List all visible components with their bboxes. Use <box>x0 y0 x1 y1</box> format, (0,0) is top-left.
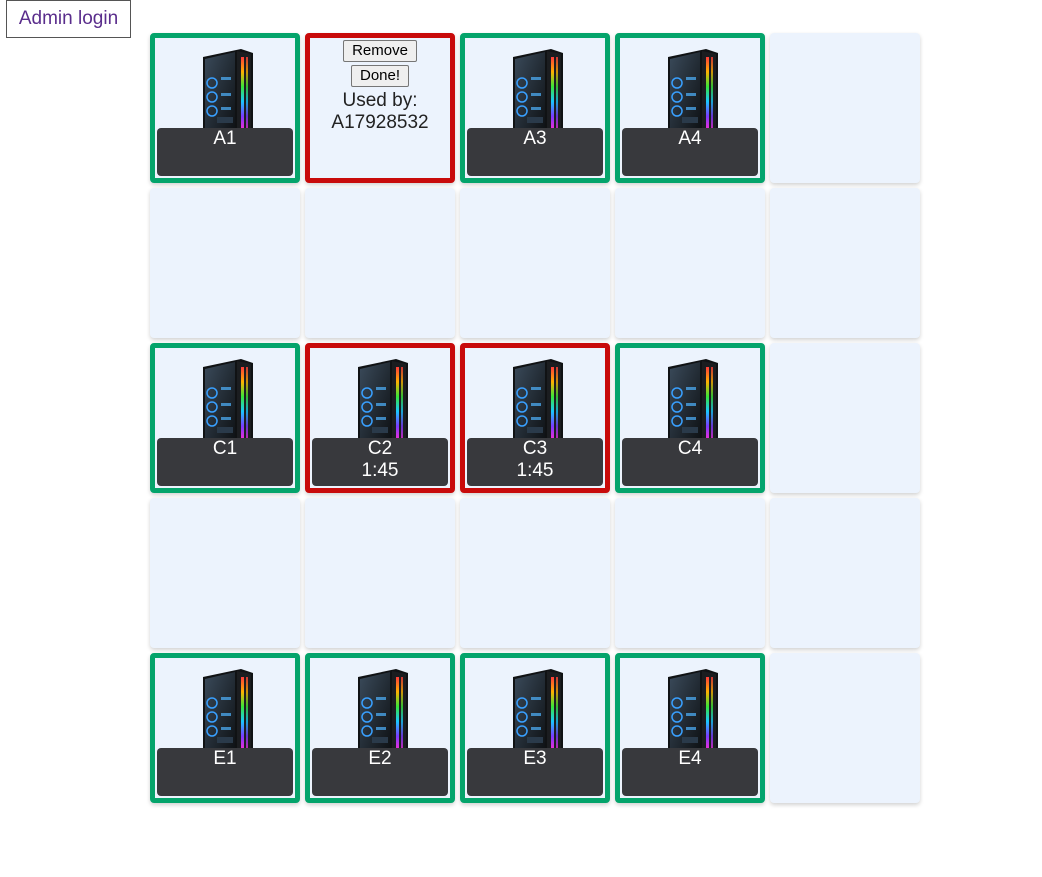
used-by-id: A17928532 <box>331 112 429 133</box>
computer-name: A3 <box>523 128 547 149</box>
computer-label-bar: E2 <box>312 748 448 796</box>
computer-name: C3 <box>522 438 548 459</box>
computer-label-bar: E3 <box>467 748 603 796</box>
gaming-pc-tower-icon <box>203 359 253 449</box>
computer-label-bar: C4 <box>622 438 758 486</box>
gaming-pc-tower-icon <box>513 669 563 759</box>
computer-tile-available[interactable]: E4 <box>615 653 765 803</box>
empty-slot <box>305 188 455 338</box>
computer-label-bar: A1 <box>157 128 293 176</box>
computer-name: C4 <box>677 438 703 459</box>
computer-label-bar: E1 <box>157 748 293 796</box>
computer-name: C2 <box>367 438 393 459</box>
session-control-panel: Remove Done! Used by: A17928532 <box>310 40 450 134</box>
empty-slot <box>460 188 610 338</box>
done-button[interactable]: Done! <box>350 65 410 87</box>
computer-name: E3 <box>523 748 547 769</box>
empty-slot <box>770 33 920 183</box>
computer-tile-available[interactable]: A1 <box>150 33 300 183</box>
computer-label-bar: A4 <box>622 128 758 176</box>
session-timer: 1:45 <box>516 460 554 481</box>
empty-slot <box>770 343 920 493</box>
empty-slot <box>150 498 300 648</box>
gaming-pc-tower-icon <box>513 359 563 449</box>
empty-slot <box>305 498 455 648</box>
gaming-pc-tower-icon <box>513 49 563 139</box>
computer-tile-available[interactable]: C4 <box>615 343 765 493</box>
gaming-pc-tower-icon <box>358 669 408 759</box>
computer-name: E1 <box>213 748 237 769</box>
computer-tile-available[interactable]: A3 <box>460 33 610 183</box>
empty-slot <box>615 498 765 648</box>
gaming-pc-tower-icon <box>203 669 253 759</box>
computer-tile-in-use[interactable]: C2 1:45 <box>305 343 455 493</box>
computer-tile-available[interactable]: A4 <box>615 33 765 183</box>
gaming-pc-tower-icon <box>668 359 718 449</box>
computer-label-bar: E4 <box>622 748 758 796</box>
empty-slot <box>770 653 920 803</box>
computer-name: A1 <box>213 128 237 149</box>
computer-label-bar: C3 1:45 <box>467 438 603 486</box>
computer-name: E2 <box>368 748 392 769</box>
gaming-pc-tower-icon <box>668 669 718 759</box>
empty-slot <box>770 498 920 648</box>
computer-label-bar: C2 1:45 <box>312 438 448 486</box>
gaming-pc-tower-icon <box>358 359 408 449</box>
empty-slot <box>770 188 920 338</box>
empty-slot <box>150 188 300 338</box>
admin-login-button[interactable]: Admin login <box>6 0 131 38</box>
gaming-pc-tower-icon <box>668 49 718 139</box>
computer-tile-control-panel: Remove Done! Used by: A17928532 <box>305 33 455 183</box>
computer-name: A4 <box>678 128 702 149</box>
computer-name: E4 <box>678 748 702 769</box>
used-by-label: Used by: <box>342 90 418 111</box>
computer-label-bar: C1 <box>157 438 293 486</box>
empty-slot <box>615 188 765 338</box>
empty-slot <box>460 498 610 648</box>
computer-label-bar: A3 <box>467 128 603 176</box>
gaming-pc-tower-icon <box>203 49 253 139</box>
computer-tile-available[interactable]: E3 <box>460 653 610 803</box>
remove-button[interactable]: Remove <box>343 40 417 62</box>
computer-tile-in-use[interactable]: C3 1:45 <box>460 343 610 493</box>
computer-grid: A1 Remove Done! Used by: A17928532 A3 A4… <box>150 33 920 803</box>
computer-tile-available[interactable]: C1 <box>150 343 300 493</box>
session-timer: 1:45 <box>361 460 399 481</box>
computer-tile-available[interactable]: E2 <box>305 653 455 803</box>
computer-name: C1 <box>212 438 238 459</box>
computer-tile-available[interactable]: E1 <box>150 653 300 803</box>
